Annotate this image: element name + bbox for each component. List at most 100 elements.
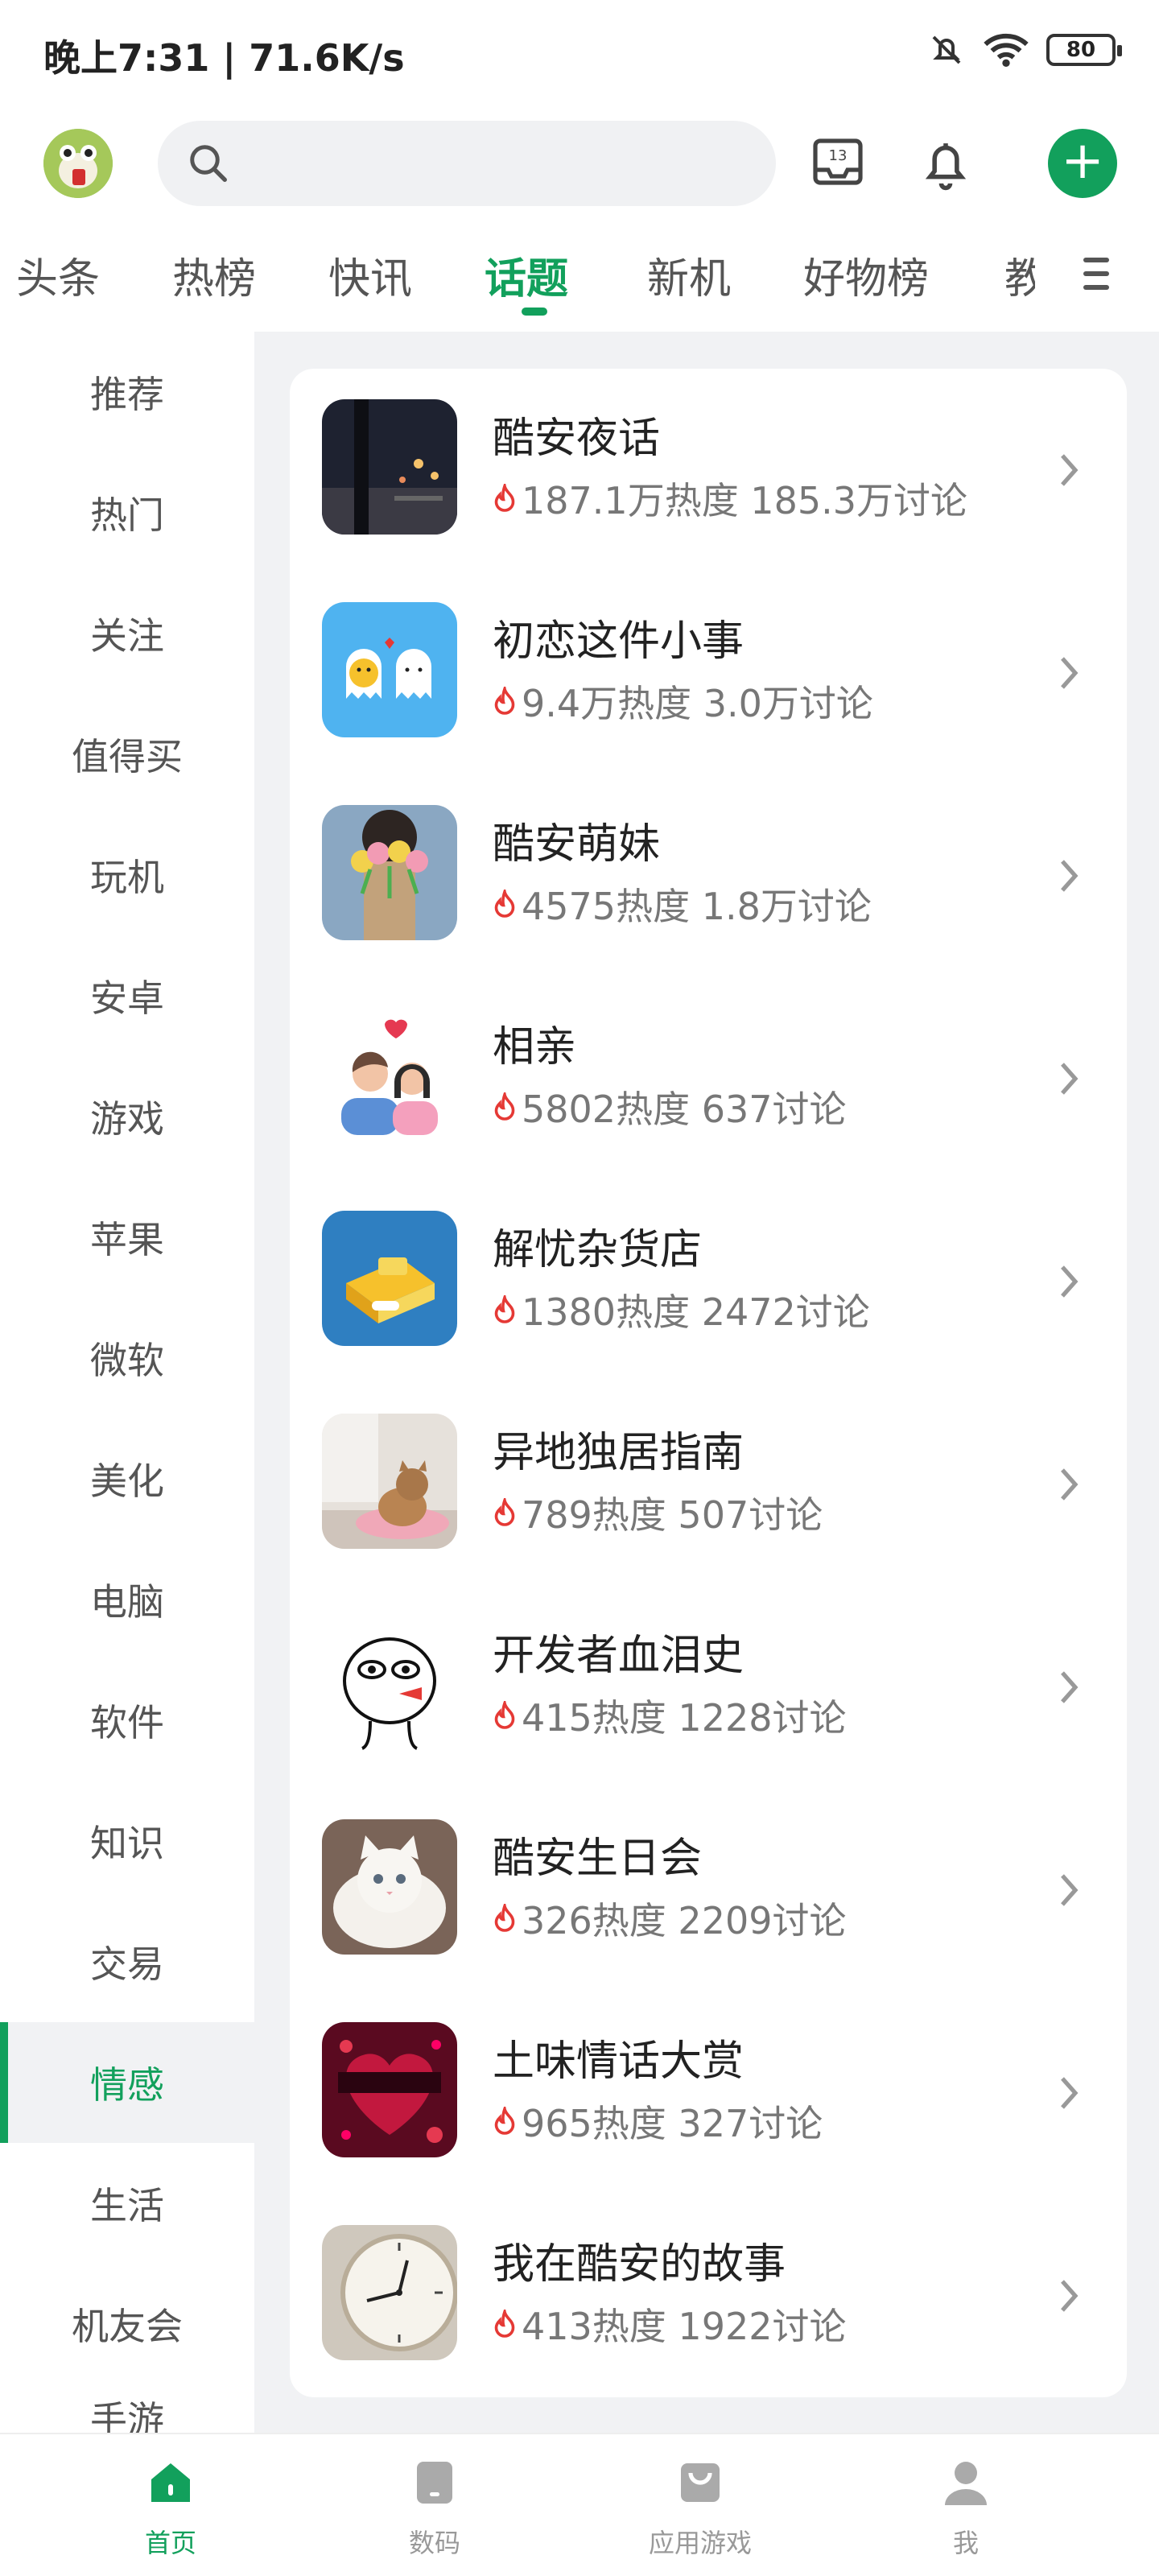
inbox-button[interactable]: 13: [803, 129, 872, 198]
sidebar-item-recommend[interactable]: 推荐: [0, 332, 254, 452]
fire-icon: [494, 1701, 515, 1729]
tab-hot-list[interactable]: 热榜: [172, 245, 256, 305]
avatar[interactable]: [43, 129, 113, 198]
sidebar-item-emotion[interactable]: 情感: [0, 2022, 254, 2143]
list-item[interactable]: 相亲 5802热度 637讨论: [290, 977, 1127, 1180]
topic-thumbnail: [322, 1211, 457, 1346]
nav-home-label: 首页: [144, 2528, 196, 2558]
nav-apps-games-label: 应用游戏: [648, 2528, 752, 2558]
fire-icon: [494, 2310, 515, 2338]
status-icons: 80: [927, 31, 1122, 69]
topic-stats: 415热度 1228讨论: [493, 1689, 847, 1742]
list-item[interactable]: 初恋这件小事 9.4万热度 3.0万讨论: [290, 572, 1127, 774]
topic-list: 酷安夜话 187.1万热度 185.3万讨论 初恋这件小事 9.4万热度 3.0…: [290, 369, 1127, 2397]
tab-good-products[interactable]: 好物榜: [803, 245, 929, 305]
chevron-right-icon: [1061, 454, 1079, 486]
topic-stats: 326热度 2209讨论: [493, 1892, 847, 1945]
topic-title: 我在酷安的故事: [493, 2240, 786, 2289]
topic-stats: 5802热度 637讨论: [493, 1080, 847, 1133]
category-sidebar: 推荐 热门 关注 值得买 玩机 安卓 游戏 苹果 微软 美化 电脑 软件 知识 …: [0, 332, 254, 2433]
tab-headlines[interactable]: 头条: [16, 245, 100, 305]
wifi-icon: [984, 33, 1029, 67]
sidebar-item-microsoft[interactable]: 微软: [0, 1298, 254, 1418]
fire-icon: [494, 1295, 515, 1323]
topic-thumbnail: [322, 399, 457, 535]
topic-stats: 413热度 1922讨论: [493, 2297, 847, 2351]
chevron-right-icon: [1061, 657, 1079, 689]
fire-icon: [494, 890, 515, 918]
bottom-nav: 首页 数码 应用游戏 我: [0, 2433, 1159, 2576]
list-item[interactable]: 酷安夜话 187.1万热度 185.3万讨论: [290, 369, 1127, 572]
plus-icon: +: [1061, 131, 1104, 191]
create-post-button[interactable]: +: [1048, 129, 1117, 198]
topic-stats: 1380热度 2472讨论: [493, 1283, 870, 1336]
list-item[interactable]: 酷安生日会 326热度 2209讨论: [290, 1789, 1127, 1992]
topic-stats: 789热度 507讨论: [493, 1486, 823, 1539]
nav-digital[interactable]: 数码: [354, 2457, 515, 2560]
list-item[interactable]: 我在酷安的故事 413热度 1922讨论: [290, 2194, 1127, 2397]
topic-thumbnail: [322, 1008, 457, 1143]
sidebar-item-beautify[interactable]: 美化: [0, 1418, 254, 1539]
list-item[interactable]: 土味情话大赏 965热度 327讨论: [290, 1992, 1127, 2194]
sidebar-item-tinkering[interactable]: 玩机: [0, 815, 254, 935]
topic-stats: 4575热度 1.8万讨论: [493, 877, 872, 931]
topic-thumbnail: [322, 805, 457, 940]
sidebar-item-trade[interactable]: 交易: [0, 1901, 254, 2022]
sidebar-item-worth-buying[interactable]: 值得买: [0, 694, 254, 815]
nav-digital-label: 数码: [408, 2528, 460, 2558]
sidebar-item-following[interactable]: 关注: [0, 573, 254, 694]
sidebar-item-games[interactable]: 游戏: [0, 1056, 254, 1177]
battery-indicator: 80: [1046, 34, 1122, 66]
chevron-right-icon: [1061, 1671, 1079, 1703]
topic-title: 初恋这件小事: [493, 617, 744, 666]
sidebar-item-popular[interactable]: 热门: [0, 452, 254, 573]
tab-new-devices[interactable]: 新机: [647, 245, 731, 305]
sidebar-active-indicator: [0, 2022, 8, 2143]
tab-menu-icon[interactable]: [1080, 253, 1112, 295]
tab-tutorial[interactable]: 教: [1004, 245, 1035, 305]
topic-title: 土味情话大赏: [493, 2037, 744, 2086]
nav-apps-games[interactable]: 应用游戏: [620, 2457, 781, 2560]
topic-thumbnail: [322, 1616, 457, 1752]
sidebar-item-knowledge[interactable]: 知识: [0, 1781, 254, 1901]
topic-title: 异地独居指南: [493, 1429, 744, 1477]
topic-title: 酷安萌妹: [493, 820, 661, 869]
topic-title: 酷安生日会: [493, 1835, 703, 1883]
topic-title: 解忧杂货店: [493, 1226, 703, 1274]
frog-avatar-icon: [43, 129, 113, 198]
sidebar-item-android[interactable]: 安卓: [0, 935, 254, 1056]
topic-thumbnail: [322, 1819, 457, 1955]
list-item[interactable]: 酷安萌妹 4575热度 1.8万讨论: [290, 774, 1127, 977]
mute-bell-icon: [932, 35, 961, 64]
topic-thumbnail: [322, 2225, 457, 2360]
notification-button[interactable]: [911, 129, 980, 198]
active-tab-indicator: [522, 308, 547, 316]
list-item[interactable]: 开发者血泪史 415热度 1228讨论: [290, 1586, 1127, 1789]
tab-topics[interactable]: 话题: [485, 245, 568, 305]
search-input[interactable]: [158, 121, 776, 206]
sidebar-item-life[interactable]: 生活: [0, 2143, 254, 2264]
sidebar-item-computer[interactable]: 电脑: [0, 1539, 254, 1660]
topic-stats: 9.4万热度 3.0万讨论: [493, 675, 873, 728]
top-tabs: 头条 热榜 快讯 话题 新机 好物榜 教: [0, 233, 1159, 322]
search-icon: [190, 145, 227, 182]
nav-home[interactable]: 首页: [90, 2457, 251, 2560]
sidebar-item-apple[interactable]: 苹果: [0, 1177, 254, 1298]
tab-news-flash[interactable]: 快讯: [328, 245, 412, 305]
status-time: 晚上7:31 | 71.6K/s: [43, 36, 405, 80]
sidebar-item-software[interactable]: 软件: [0, 1660, 254, 1781]
sidebar-item-fan-club[interactable]: 机友会: [0, 2264, 254, 2384]
topic-title: 相亲: [493, 1023, 577, 1071]
chevron-right-icon: [1061, 860, 1079, 892]
fire-icon: [494, 687, 515, 715]
inbox-icon: 13: [813, 138, 863, 185]
chevron-right-icon: [1061, 1063, 1079, 1095]
sidebar-item-mobile-games[interactable]: 手游: [0, 2384, 254, 2433]
list-item[interactable]: 异地独居指南 789热度 507讨论: [290, 1383, 1127, 1586]
chevron-right-icon: [1061, 2077, 1079, 2109]
inbox-badge: 13: [829, 147, 848, 164]
topic-thumbnail: [322, 602, 457, 737]
nav-me[interactable]: 我: [885, 2457, 1046, 2560]
list-item[interactable]: 解忧杂货店 1380热度 2472讨论: [290, 1180, 1127, 1383]
fire-icon: [494, 1498, 515, 1526]
